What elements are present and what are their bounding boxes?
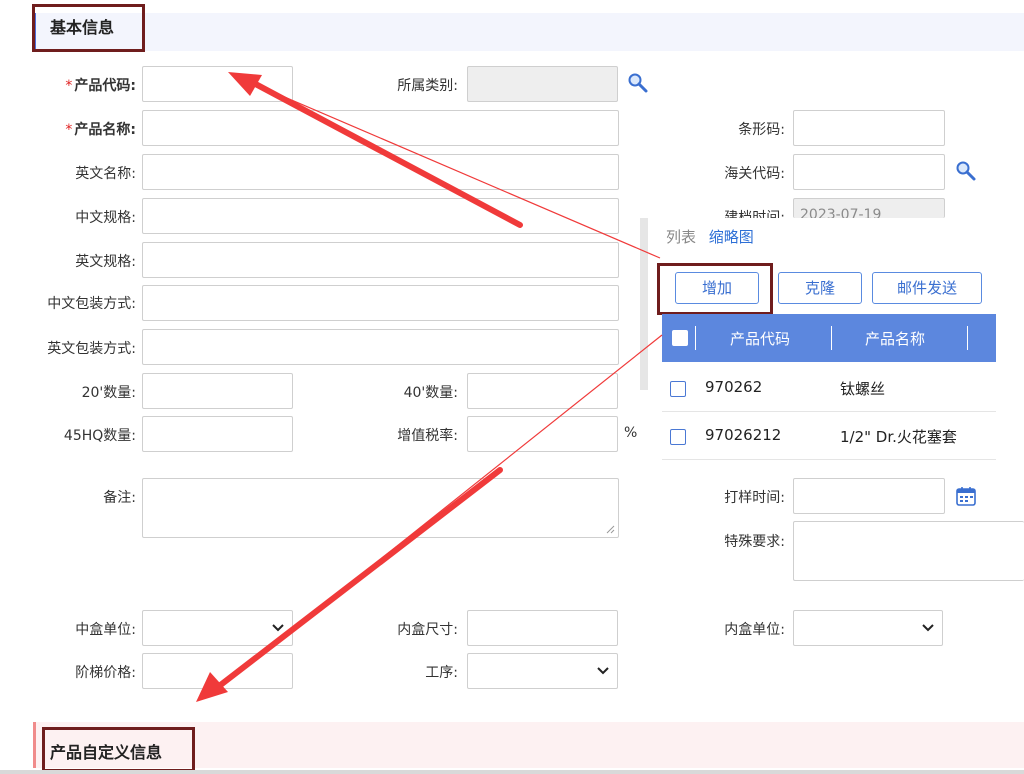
annotation-thin-line-1 (244, 79, 661, 259)
annotation-arrow-shaft-1 (245, 77, 523, 228)
annotation-arrowhead-2 (196, 672, 228, 702)
annotation-arrow-shaft-2 (211, 467, 503, 693)
annotation-arrows (196, 72, 663, 702)
